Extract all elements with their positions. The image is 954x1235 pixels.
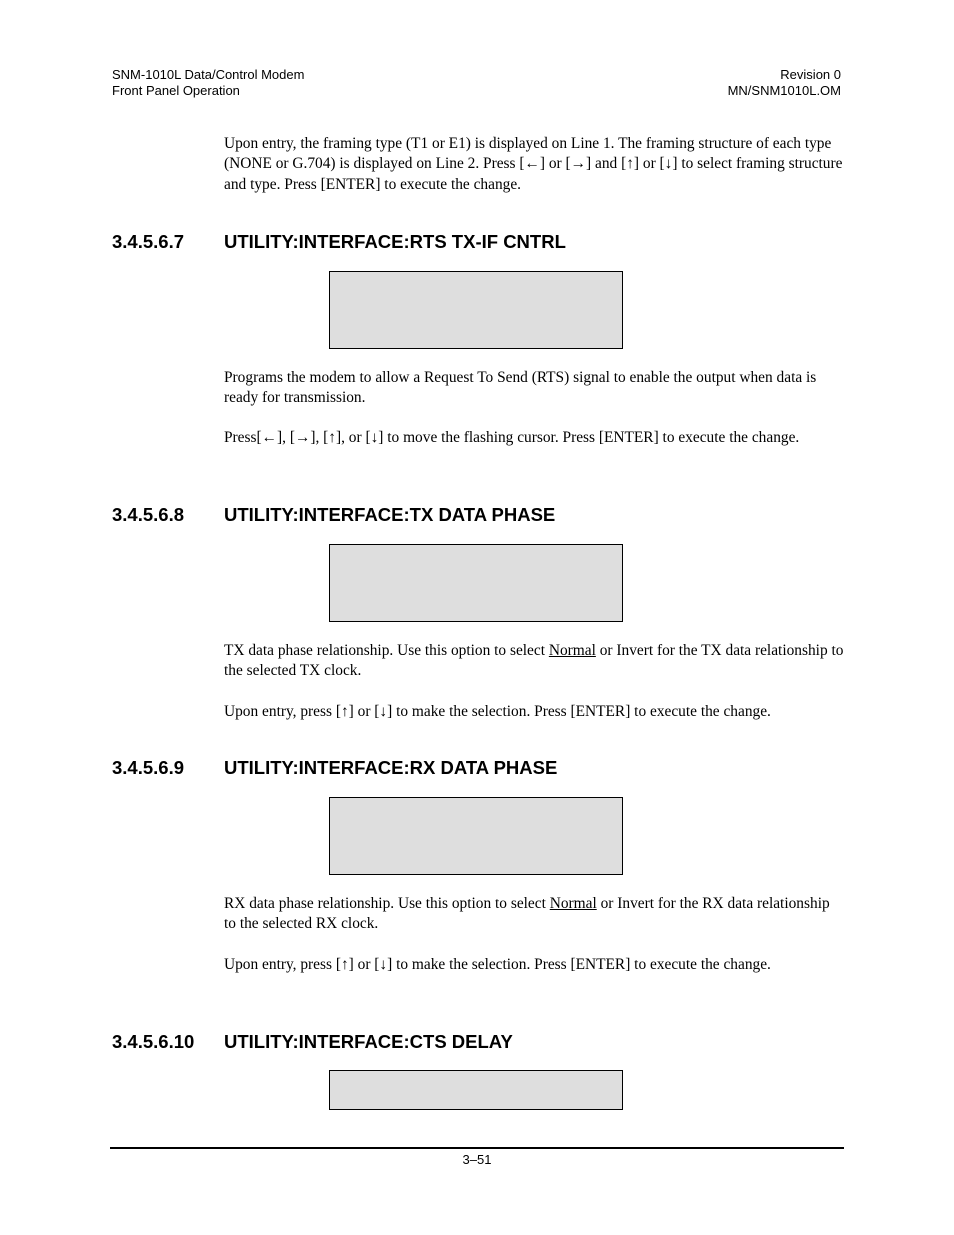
front-panel-display-rx-phase xyxy=(329,797,623,875)
section-number: 3.4.5.6.8 xyxy=(112,504,185,525)
section-heading-cts-delay: 3.4.5.6.10 UTILITY:INTERFACE:CTS DELAY xyxy=(112,1031,513,1053)
section-heading-rts-tx-if-cntrl: 3.4.5.6.7 UTILITY:INTERFACE:RTS TX-IF CNT… xyxy=(112,231,566,253)
section-number: 3.4.5.6.7 xyxy=(112,231,185,252)
text-run: RX data phase relationship. Use this opt… xyxy=(224,895,550,912)
section-paragraph: RX data phase relationship. Use this opt… xyxy=(224,894,844,935)
section-paragraph: TX data phase relationship. Use this opt… xyxy=(224,641,844,682)
section-title: UTILITY:INTERFACE:RTS TX-IF CNTRL xyxy=(224,231,566,252)
front-panel-display-cts-delay xyxy=(329,1070,623,1110)
text-run: TX data phase relationship. Use this opt… xyxy=(224,642,549,659)
revision-label: Revision 0 xyxy=(780,67,841,82)
section-paragraph: Upon entry, press [↑] or [↓] to make the… xyxy=(224,956,771,973)
section-title: UTILITY:INTERFACE:TX DATA PHASE xyxy=(224,504,556,525)
default-option-normal: Normal xyxy=(548,642,596,659)
section-heading-tx-data-phase: 3.4.5.6.8 UTILITY:INTERFACE:TX DATA PHASE xyxy=(112,504,555,526)
section-title: UTILITY:INTERFACE:CTS DELAY xyxy=(224,1031,513,1052)
footer-divider xyxy=(110,1147,844,1149)
document-title: SNM-1010L Data/Control Modem xyxy=(112,67,305,82)
front-panel-display-rts xyxy=(329,271,623,349)
section-paragraph: Press[←], [→], [↑], or [↓] to move the f… xyxy=(224,429,800,446)
running-header-left: SNM-1010L Data/Control Modem Front Panel… xyxy=(112,67,304,99)
chapter-title: Front Panel Operation xyxy=(112,83,240,98)
default-option-normal: Normal xyxy=(549,895,597,912)
front-panel-display-tx-phase xyxy=(329,544,623,622)
section-number: 3.4.5.6.9 xyxy=(112,757,185,778)
section-heading-rx-data-phase: 3.4.5.6.9 UTILITY:INTERFACE:RX DATA PHASE xyxy=(112,757,557,779)
section-paragraph: Upon entry, press [↑] or [↓] to make the… xyxy=(224,703,771,720)
document-code: MN/SNM1010L.OM xyxy=(727,83,841,98)
running-header-right: Revision 0 MN/SNM1010L.OM xyxy=(728,67,841,99)
section-title: UTILITY:INTERFACE:RX DATA PHASE xyxy=(224,757,558,778)
section-paragraph: Programs the modem to allow a Request To… xyxy=(224,369,817,407)
intro-paragraph: Upon entry, the framing type (T1 or E1) … xyxy=(224,135,843,193)
section-number: 3.4.5.6.10 xyxy=(112,1031,195,1052)
page-number: 3–51 xyxy=(462,1152,492,1167)
